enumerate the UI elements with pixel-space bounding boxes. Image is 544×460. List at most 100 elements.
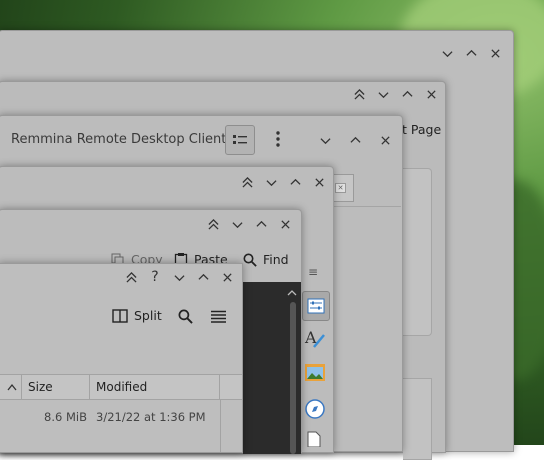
properties-tab[interactable]	[302, 291, 330, 321]
chevron-up-icon	[197, 273, 209, 280]
search-icon	[243, 253, 257, 267]
chevron-up-icon	[287, 290, 297, 296]
styles-tab[interactable]: A	[304, 327, 326, 352]
split-label: Split	[134, 308, 162, 323]
column-header-modified[interactable]: Modified	[96, 380, 147, 394]
close-icon	[314, 177, 324, 187]
window-controls	[313, 130, 397, 150]
tab-label[interactable]: t Page	[402, 122, 441, 137]
view-toggle-button[interactable]	[225, 125, 255, 155]
table-header: Size Modified	[0, 374, 242, 400]
close-button[interactable]	[273, 214, 297, 234]
close-button[interactable]	[483, 43, 507, 63]
chevron-down-icon	[377, 91, 389, 98]
split-view-icon	[112, 308, 128, 323]
search-field-edge[interactable]: ✕	[333, 174, 354, 202]
keep-above-button[interactable]	[119, 267, 143, 287]
extra-column	[220, 399, 243, 452]
compass-icon	[305, 399, 325, 419]
find-button[interactable]: Find	[243, 252, 289, 267]
close-button[interactable]	[373, 130, 397, 150]
close-icon	[380, 135, 390, 145]
hamburger-menu-button[interactable]	[211, 310, 226, 326]
window-controls: ?	[119, 267, 239, 287]
maximize-button[interactable]	[459, 43, 483, 63]
editor-area[interactable]	[243, 282, 301, 454]
window-controls	[435, 43, 507, 63]
search-button[interactable]	[178, 309, 193, 327]
column-divider	[89, 375, 90, 399]
keep-above-button[interactable]	[347, 84, 371, 104]
list-view-icon	[233, 135, 247, 144]
close-button[interactable]	[307, 172, 331, 192]
cell-size: 8.6 MiB	[44, 410, 87, 424]
minimize-button[interactable]	[435, 43, 459, 63]
divider	[333, 206, 401, 207]
sliders-icon	[307, 298, 325, 314]
scroll-up-arrow[interactable]	[287, 286, 297, 296]
chevron-up-icon	[465, 49, 477, 56]
font-style-icon: A	[304, 328, 325, 348]
chevron-down-icon	[265, 179, 277, 186]
maximize-button[interactable]	[343, 130, 367, 150]
window-title: Remmina Remote Desktop Client	[11, 132, 227, 147]
double-chevron-up-icon	[207, 218, 219, 230]
double-chevron-up-icon	[241, 176, 253, 188]
sort-ascending-icon[interactable]	[7, 380, 17, 394]
column-divider	[219, 375, 220, 399]
image-gallery-icon	[305, 364, 325, 381]
chevron-down-icon	[319, 137, 331, 144]
split-button[interactable]: Split	[112, 308, 162, 323]
chevron-down-icon	[173, 274, 185, 281]
search-icon	[178, 309, 193, 324]
hamburger-icon[interactable]: ≡	[308, 265, 318, 279]
double-chevron-up-icon	[125, 271, 137, 283]
chevron-up-icon	[349, 136, 361, 143]
chevron-down-icon	[231, 221, 243, 228]
kebab-menu-icon	[276, 131, 280, 147]
close-icon	[280, 219, 290, 229]
close-button[interactable]	[419, 84, 443, 104]
window-controls	[201, 214, 297, 234]
chevron-up-icon	[401, 90, 413, 97]
close-icon	[222, 272, 232, 282]
side-panel: ≡ A	[301, 263, 331, 453]
gallery-tab[interactable]	[304, 363, 326, 386]
window-dolphin[interactable]: ? Split Size Modified 8.6 MiB 3/21/22 at…	[0, 263, 243, 453]
help-icon: ?	[151, 269, 159, 285]
content-panel	[403, 168, 432, 336]
window-controls	[235, 172, 331, 192]
minimize-button[interactable]	[371, 84, 395, 104]
window-controls	[347, 84, 443, 104]
chevron-up-icon	[255, 220, 267, 227]
close-icon	[490, 48, 500, 58]
menu-button[interactable]	[269, 129, 287, 149]
minimize-button[interactable]	[313, 130, 337, 150]
close-icon	[426, 89, 436, 99]
clear-icon[interactable]: ✕	[335, 183, 346, 193]
maximize-button[interactable]	[283, 172, 307, 192]
double-chevron-up-icon	[353, 88, 365, 100]
find-label: Find	[263, 252, 289, 267]
scrollbar[interactable]	[290, 302, 296, 454]
chevron-down-icon	[441, 50, 453, 57]
hamburger-icon	[211, 310, 226, 323]
maximize-button[interactable]	[395, 84, 419, 104]
keep-above-button[interactable]	[201, 214, 225, 234]
navigator-tab[interactable]	[305, 399, 325, 422]
chevron-up-icon	[289, 178, 301, 185]
minimize-button[interactable]	[167, 267, 191, 287]
maximize-button[interactable]	[249, 214, 273, 234]
page-tab[interactable]	[306, 431, 322, 450]
minimize-button[interactable]	[225, 214, 249, 234]
column-divider	[21, 375, 22, 399]
table-row[interactable]: 8.6 MiB 3/21/22 at 1:36 PM	[0, 400, 242, 430]
maximize-button[interactable]	[191, 267, 215, 287]
help-button[interactable]: ?	[143, 267, 167, 287]
content-panel-lower	[403, 378, 432, 460]
close-button[interactable]	[215, 267, 239, 287]
cell-modified: 3/21/22 at 1:36 PM	[96, 410, 206, 424]
column-header-size[interactable]: Size	[28, 380, 53, 394]
minimize-button[interactable]	[259, 172, 283, 192]
keep-above-button[interactable]	[235, 172, 259, 192]
